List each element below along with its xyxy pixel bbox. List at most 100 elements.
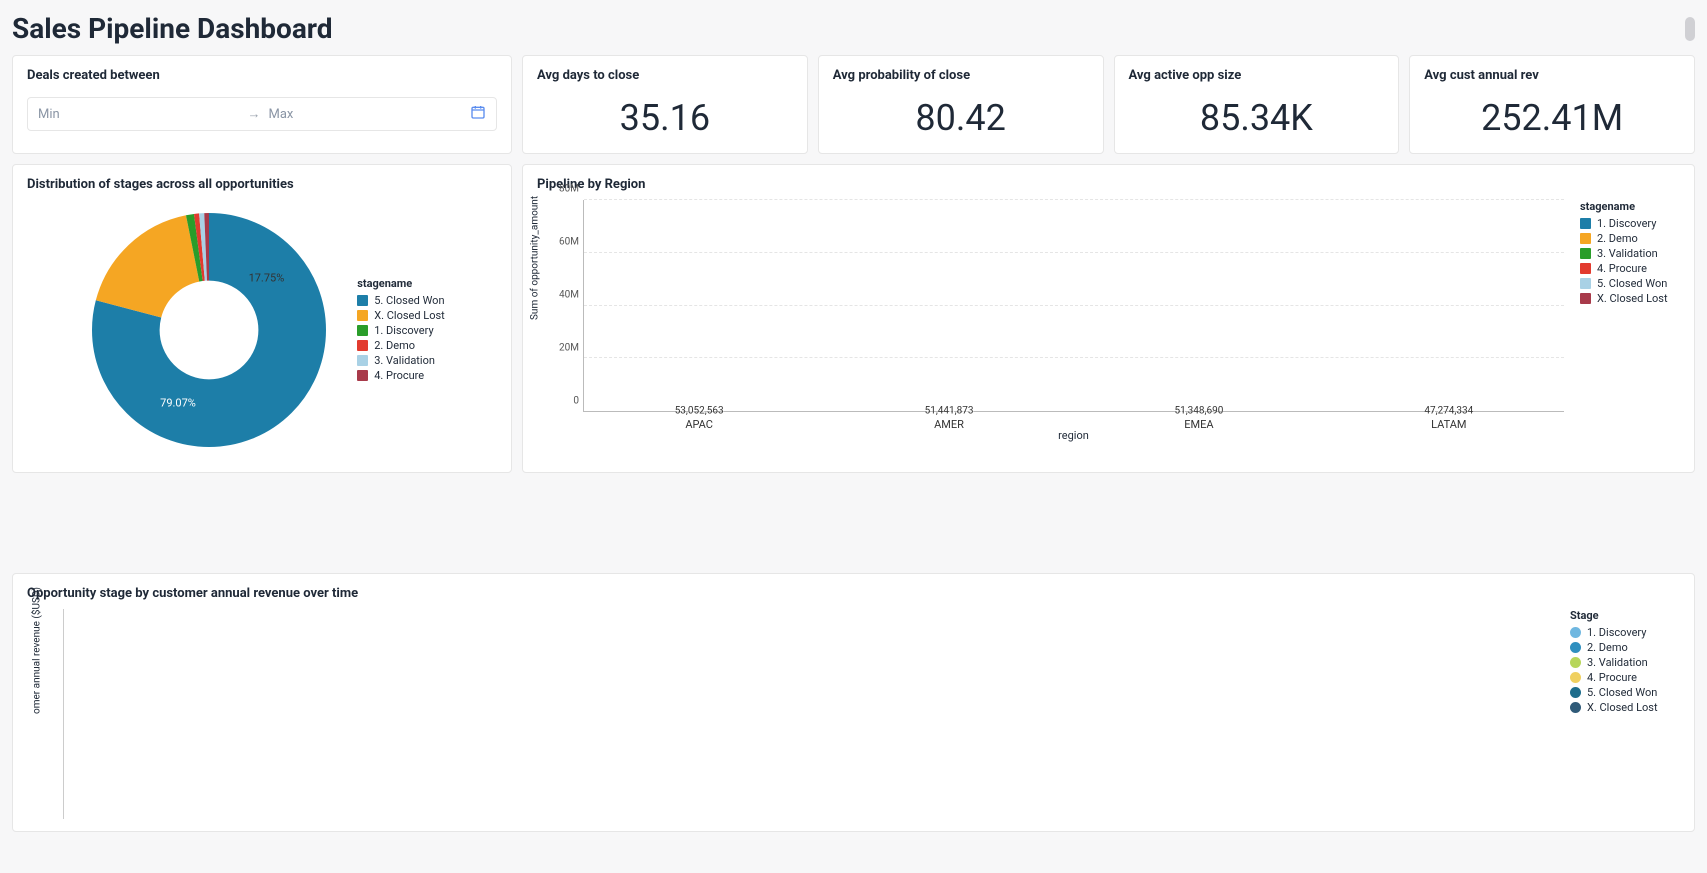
legend-label: 2. Demo [1587, 641, 1628, 654]
bar-segment-label: 47,274,334 [1424, 406, 1473, 417]
kpi-active-opp-size: Avg active opp size 85.34K [1114, 55, 1400, 154]
bar-segment-label: 51,348,690 [1174, 406, 1223, 417]
legend-label: 2. Demo [374, 339, 415, 352]
legend-label: 4. Procure [1597, 262, 1647, 275]
kpi-label: Avg probability of close [833, 68, 1089, 83]
legend-label: 4. Procure [374, 369, 424, 382]
legend-label: X. Closed Lost [1587, 701, 1658, 714]
bar-y-axis-label: Sum of opportunity_amount [530, 196, 541, 320]
legend-item[interactable]: 4. Procure [357, 369, 445, 382]
legend-title: stagename [357, 277, 445, 290]
legend-item[interactable]: 1. Discovery [1580, 217, 1680, 230]
bar-title: Pipeline by Region [537, 177, 1680, 192]
filter-card: Deals created between Min → Max [12, 55, 512, 154]
legend-item[interactable]: 4. Procure [1580, 262, 1680, 275]
filter-title: Deals created between [27, 68, 497, 83]
legend-label: 1. Discovery [374, 324, 433, 337]
legend-item[interactable]: 3. Validation [1580, 247, 1680, 260]
legend-swatch [357, 340, 368, 351]
bar-y-tick: 60M [545, 237, 579, 248]
legend-item[interactable]: 5. Closed Won [357, 294, 445, 307]
legend-item[interactable]: 5. Closed Won [1580, 277, 1680, 290]
calendar-icon[interactable] [470, 104, 486, 124]
legend-swatch [1570, 687, 1581, 698]
legend-title: stagename [1580, 200, 1680, 213]
donut-legend: stagename 5. Closed Won X. Closed Lost 1. … [357, 277, 445, 384]
legend-swatch [1570, 657, 1581, 668]
kpi-days-to-close: Avg days to close 35.16 [522, 55, 808, 154]
legend-swatch [357, 325, 368, 336]
legend-label: X. Closed Lost [374, 309, 445, 322]
legend-label: 5. Closed Won [1597, 277, 1667, 290]
legend-swatch [1580, 278, 1591, 289]
bar-x-axis-label: region [583, 429, 1564, 442]
legend-swatch [1580, 218, 1591, 229]
page-title: Sales Pipeline Dashboard [12, 12, 1675, 45]
kpi-label: Avg active opp size [1129, 68, 1385, 83]
legend-swatch [1580, 248, 1591, 259]
legend-item[interactable]: 4. Procure [1570, 671, 1680, 684]
legend-swatch [1580, 293, 1591, 304]
kpi-value: 252.41M [1424, 91, 1680, 141]
legend-label: 3. Validation [1597, 247, 1658, 260]
donut-slice-label-lost: 17.75% [249, 272, 285, 285]
legend-item[interactable]: 1. Discovery [1570, 626, 1680, 639]
bar-y-tick: 0 [545, 396, 579, 407]
kpi-prob-close: Avg probability of close 80.42 [818, 55, 1104, 154]
legend-item[interactable]: X. Closed Lost [1580, 292, 1680, 305]
legend-label: 1. Discovery [1597, 217, 1656, 230]
kpi-cust-annual-rev: Avg cust annual rev 252.41M [1409, 55, 1695, 154]
kpi-value: 80.42 [833, 91, 1089, 141]
date-range-input[interactable]: Min → Max [27, 97, 497, 131]
legend-label: 5. Closed Won [1587, 686, 1657, 699]
donut-title: Distribution of stages across all opport… [27, 177, 497, 192]
bar-card: Pipeline by Region Sum of opportunity_am… [522, 164, 1695, 473]
legend-swatch [1570, 702, 1581, 713]
bar-y-tick: 20M [545, 343, 579, 354]
legend-label: X. Closed Lost [1597, 292, 1668, 305]
legend-swatch [357, 370, 368, 381]
legend-swatch [1570, 627, 1581, 638]
legend-swatch [1570, 642, 1581, 653]
legend-title: Stage [1570, 609, 1680, 622]
bar-y-tick: 40M [545, 290, 579, 301]
legend-item[interactable]: 3. Validation [357, 354, 445, 367]
scrollbar-thumb[interactable] [1685, 17, 1695, 41]
scatter-legend: Stage 1. Discovery 2. Demo 3. Validation 4.… [1570, 609, 1680, 819]
legend-swatch [357, 310, 368, 321]
bar-segment-label: 51,441,873 [925, 406, 974, 417]
legend-label: 3. Validation [374, 354, 435, 367]
bar-segment-label: 53,052,563 [675, 406, 724, 417]
kpi-label: Avg days to close [537, 68, 793, 83]
legend-item[interactable]: 2. Demo [1570, 641, 1680, 654]
legend-item[interactable]: 1. Discovery [357, 324, 445, 337]
kpi-value: 85.34K [1129, 91, 1385, 141]
legend-item[interactable]: X. Closed Lost [357, 309, 445, 322]
date-max-placeholder[interactable]: Max [269, 107, 471, 122]
kpi-label: Avg cust annual rev [1424, 68, 1680, 83]
legend-label: 4. Procure [1587, 671, 1637, 684]
legend-item[interactable]: 3. Validation [1570, 656, 1680, 669]
legend-item[interactable]: X. Closed Lost [1570, 701, 1680, 714]
donut-chart[interactable]: 79.07% 17.75% [79, 200, 339, 460]
legend-label: 2. Demo [1597, 232, 1638, 245]
scatter-card: Opportunity stage by customer annual rev… [12, 573, 1695, 832]
donut-slice-label-won: 79.07% [160, 396, 196, 409]
bar-chart[interactable]: Sum of opportunity_amount 12,488,96553,0… [537, 200, 1564, 440]
legend-swatch [1580, 263, 1591, 274]
legend-swatch [1580, 233, 1591, 244]
bar-legend: stagename 1. Discovery 2. Demo 3. Validati… [1580, 200, 1680, 440]
legend-swatch [357, 355, 368, 366]
arrow-right-icon: → [248, 106, 261, 122]
date-min-placeholder[interactable]: Min [38, 107, 240, 122]
scatter-chart[interactable]: omer annual revenue ($USD) [63, 609, 1554, 819]
scatter-y-axis-label: omer annual revenue ($USD) [32, 587, 43, 714]
scatter-title: Opportunity stage by customer annual rev… [27, 586, 1680, 601]
legend-label: 5. Closed Won [374, 294, 444, 307]
legend-item[interactable]: 2. Demo [1580, 232, 1680, 245]
donut-card: Distribution of stages across all opport… [12, 164, 512, 473]
legend-item[interactable]: 2. Demo [357, 339, 445, 352]
legend-item[interactable]: 5. Closed Won [1570, 686, 1680, 699]
legend-swatch [357, 295, 368, 306]
legend-label: 1. Discovery [1587, 626, 1646, 639]
